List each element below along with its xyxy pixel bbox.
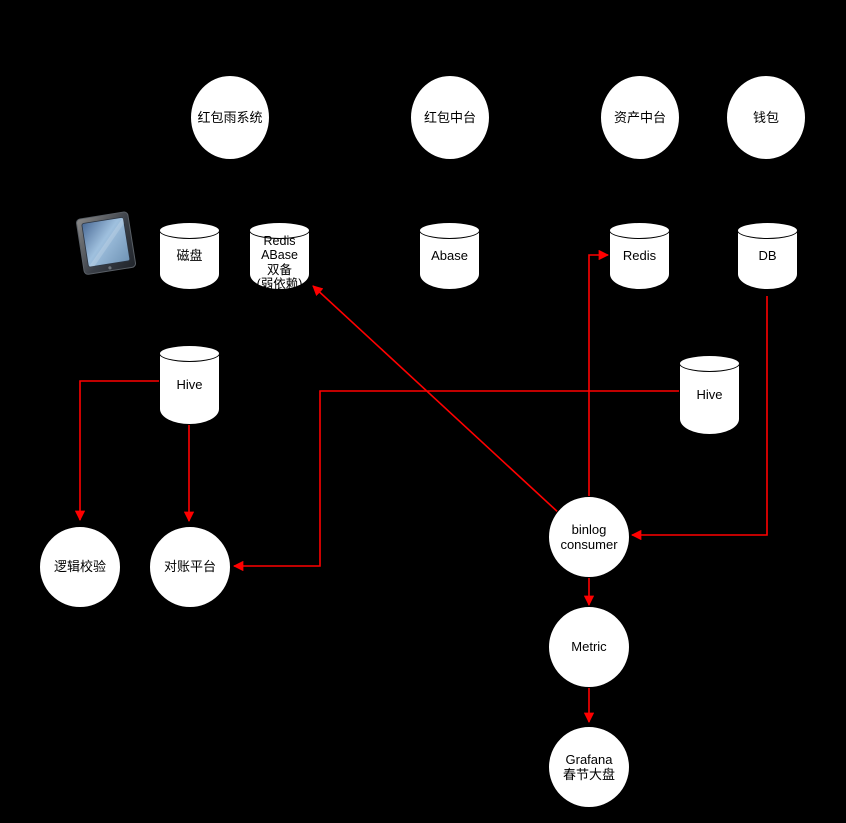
node-hive-right[interactable]: Hive bbox=[679, 355, 740, 435]
node-label: 红包雨系统 bbox=[197, 109, 263, 125]
edge-binlog-consumer-to-redis bbox=[588, 249, 610, 500]
tablet-device-icon bbox=[74, 210, 140, 276]
node-binlog-consumer[interactable]: binlog consumer bbox=[548, 496, 630, 578]
node-label: Abase bbox=[431, 247, 468, 263]
node-zichan-zhongtai[interactable]: 资产中台 bbox=[600, 75, 680, 160]
node-label: 资产中台 bbox=[613, 109, 666, 125]
node-label: DB bbox=[758, 247, 777, 263]
node-label: Hive bbox=[696, 386, 723, 402]
node-redis[interactable]: Redis bbox=[609, 222, 670, 290]
node-hive-left[interactable]: Hive bbox=[159, 345, 220, 425]
node-label: Hive bbox=[176, 376, 203, 392]
node-hongbaoyu-system[interactable]: 红包雨系统 bbox=[190, 75, 270, 160]
node-label: 红包中台 bbox=[423, 109, 476, 125]
cylinder-top bbox=[737, 222, 798, 239]
cylinder-top bbox=[159, 345, 220, 362]
node-hongbao-zhongtai[interactable]: 红包中台 bbox=[410, 75, 490, 160]
cylinder-top bbox=[679, 355, 740, 372]
cylinder-top bbox=[159, 222, 220, 239]
node-db[interactable]: DB bbox=[737, 222, 798, 290]
node-luoji-jiaoyan[interactable]: 逻辑校验 bbox=[39, 526, 121, 608]
edge-binlog-consumer-to-redis-abase bbox=[312, 285, 561, 515]
node-label: 对账平台 bbox=[163, 559, 216, 575]
edge-hive-left-to-luoji-jiaoyan bbox=[74, 380, 161, 522]
node-label: 逻辑校验 bbox=[53, 559, 106, 575]
node-label: Metric bbox=[571, 639, 607, 655]
node-label: 磁盘 bbox=[176, 247, 203, 263]
node-label: Redis bbox=[622, 247, 657, 263]
node-redis-abase[interactable]: Redis ABase 双备 (弱依赖) bbox=[249, 222, 310, 291]
node-label: 钱包 bbox=[752, 109, 779, 125]
node-grafana[interactable]: Grafana 春节大盘 bbox=[548, 726, 630, 808]
node-abase[interactable]: Abase bbox=[419, 222, 480, 290]
node-metric[interactable]: Metric bbox=[548, 606, 630, 688]
node-cipan[interactable]: 磁盘 bbox=[159, 222, 220, 290]
node-duizhang-pingtai[interactable]: 对账平台 bbox=[149, 526, 231, 608]
cylinder-top bbox=[609, 222, 670, 239]
diagram-canvas: 红包雨系统 红包中台 资产中台 钱包 磁盘 Redis ABase 双备 (弱依… bbox=[0, 0, 846, 823]
node-qianbao[interactable]: 钱包 bbox=[726, 75, 806, 160]
node-label: Grafana 春节大盘 bbox=[562, 751, 615, 782]
node-label: binlog consumer bbox=[560, 521, 618, 552]
node-label: Redis ABase 双备 (弱依赖) bbox=[256, 234, 303, 291]
cylinder-top bbox=[419, 222, 480, 239]
